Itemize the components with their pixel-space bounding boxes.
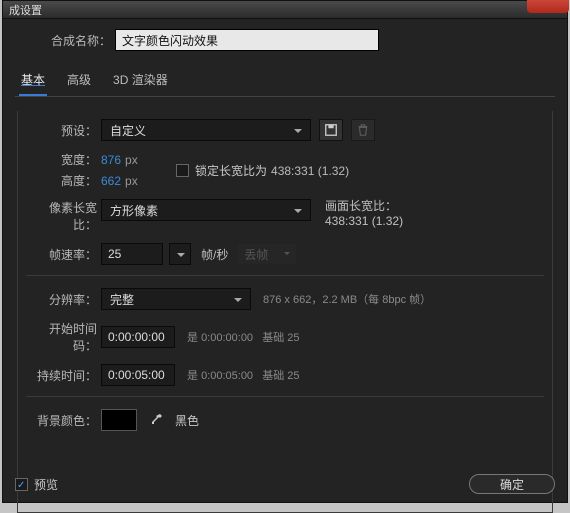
window-title: 成设置 bbox=[9, 5, 42, 17]
fps-input[interactable] bbox=[101, 243, 163, 265]
dropframe-select: 丢帧 bbox=[238, 244, 296, 264]
comp-name-input[interactable] bbox=[115, 29, 379, 51]
bg-color-name: 黑色 bbox=[175, 412, 199, 429]
preset-label: 预设： bbox=[26, 122, 101, 139]
width-unit: px bbox=[125, 153, 138, 167]
resolution-size: ，2.2 MB（每 8bpc 帧） bbox=[311, 294, 431, 306]
tab-advanced[interactable]: 高级 bbox=[65, 67, 93, 96]
preset-select[interactable]: 自定义 bbox=[101, 119, 311, 141]
height-unit: px bbox=[125, 174, 138, 188]
ok-button[interactable]: 确定 bbox=[469, 474, 555, 494]
duration-label: 持续时间： bbox=[26, 367, 101, 384]
pixel-aspect-select[interactable]: 方形像素 bbox=[101, 199, 311, 221]
close-button[interactable] bbox=[527, 0, 569, 13]
delete-preset-button[interactable] bbox=[351, 119, 375, 141]
lock-aspect-checkbox[interactable] bbox=[176, 164, 189, 177]
height-value[interactable]: 662 bbox=[101, 174, 121, 188]
comp-name-label: 合成名称： bbox=[51, 32, 115, 49]
width-value[interactable]: 876 bbox=[101, 153, 121, 167]
start-timecode-input[interactable] bbox=[101, 326, 175, 348]
start-tc-label: 开始时间码： bbox=[26, 320, 101, 354]
resolution-select[interactable]: 完整 bbox=[101, 288, 251, 310]
titlebar[interactable]: 成设置 bbox=[3, 1, 567, 19]
lock-aspect-ratio: 438:331 (1.32) bbox=[271, 164, 349, 178]
eyedropper-button[interactable] bbox=[145, 409, 167, 431]
composition-settings-dialog: 成设置 合成名称： 基本 高级 3D 渲染器 预设： 自定义 bbox=[2, 0, 568, 503]
bg-color-swatch[interactable] bbox=[101, 409, 137, 431]
fps-label: 帧速率： bbox=[26, 246, 101, 263]
tab-basic[interactable]: 基本 bbox=[19, 67, 47, 96]
fps-unit: 帧/秒 bbox=[201, 246, 228, 263]
fps-dropdown[interactable] bbox=[169, 243, 191, 265]
resolution-dims: 876 x 662 bbox=[263, 294, 311, 306]
frame-aspect-value: 438:331 (1.32) bbox=[325, 214, 403, 229]
width-label: 宽度： bbox=[26, 151, 101, 168]
basic-panel: 预设： 自定义 宽度： 876 px 高度： 662 px bbox=[17, 111, 553, 513]
bg-color-label: 背景颜色： bbox=[26, 412, 101, 429]
duration-input[interactable] bbox=[101, 364, 175, 386]
frame-aspect-label: 画面长宽比： bbox=[325, 199, 403, 214]
save-preset-button[interactable] bbox=[319, 119, 343, 141]
tab-bar: 基本 高级 3D 渲染器 bbox=[15, 65, 555, 97]
par-label: 像素长宽比： bbox=[26, 199, 101, 233]
preview-label: 预览 bbox=[34, 476, 58, 493]
height-label: 高度： bbox=[26, 172, 101, 189]
resolution-label: 分辨率： bbox=[26, 291, 101, 308]
lock-aspect-label: 锁定长宽比为 bbox=[195, 162, 267, 179]
tab-3d-renderer[interactable]: 3D 渲染器 bbox=[111, 67, 170, 96]
preview-checkbox[interactable] bbox=[15, 478, 28, 491]
